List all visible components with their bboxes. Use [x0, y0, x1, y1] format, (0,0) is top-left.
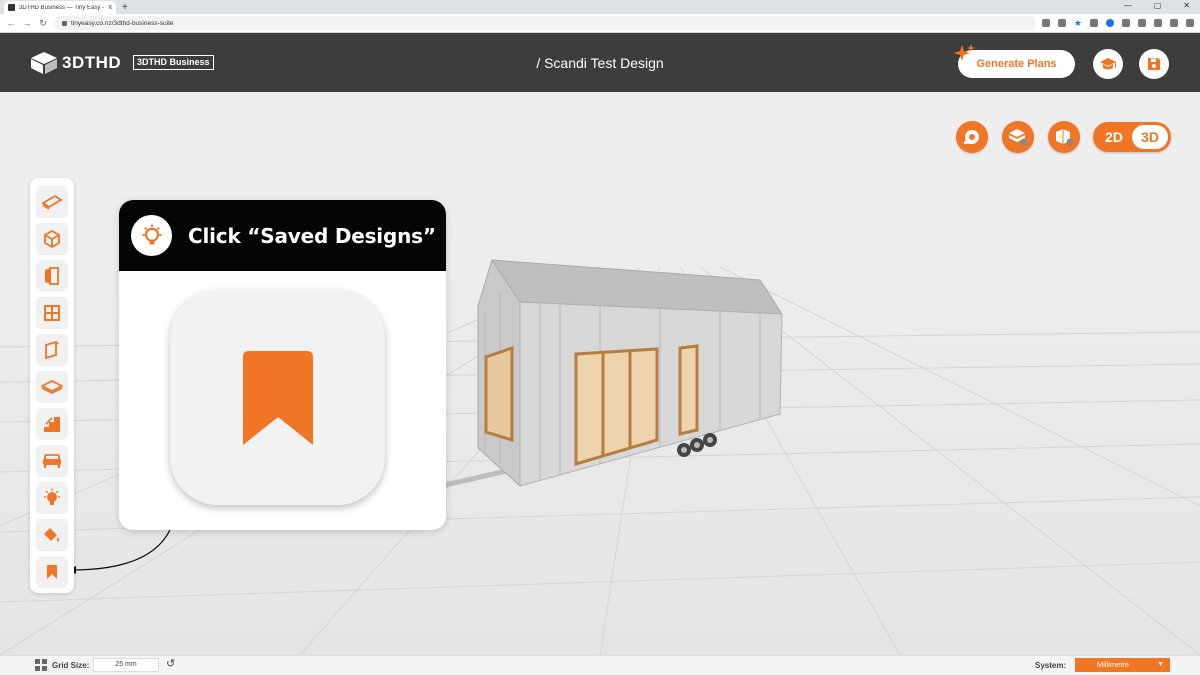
- stairs-tool[interactable]: [36, 408, 68, 440]
- saved-designs-tool[interactable]: [36, 556, 68, 588]
- app-header: 3DTHD 3DTHD Business / Scandi Test Desig…: [0, 33, 1200, 92]
- bulb-icon: [141, 224, 162, 244]
- graduation-cap-icon: [1100, 58, 1116, 70]
- grid-icon: [35, 659, 47, 671]
- layers-eye-icon: [1009, 129, 1028, 146]
- browser-tab[interactable]: 3DTHD Business — Tiny Easy - T x: [4, 1, 116, 14]
- floppy-disk-icon: [1148, 58, 1160, 70]
- floor-tool[interactable]: [36, 371, 68, 403]
- extension-icons: ★: [1041, 19, 1194, 28]
- cube-icon: [44, 230, 60, 248]
- menu-kebab-icon[interactable]: [1186, 19, 1194, 27]
- camera-extension-icon[interactable]: [1090, 19, 1098, 27]
- walls-tool[interactable]: [36, 223, 68, 255]
- tooltip-card: Click “Saved Designs”: [119, 200, 446, 530]
- mode-3d-label[interactable]: 3D: [1132, 125, 1168, 149]
- tab-title: 3DTHD Business — Tiny Easy - T: [19, 4, 105, 11]
- lock-icon: [62, 20, 67, 26]
- windows-tool[interactable]: [36, 297, 68, 329]
- chevron-down-icon: ▼: [1157, 661, 1164, 668]
- close-window-button[interactable]: ✕: [1183, 0, 1190, 12]
- cladding-tool[interactable]: [36, 334, 68, 366]
- share-icon[interactable]: [1057, 19, 1066, 27]
- view-layers-button[interactable]: [1002, 121, 1034, 153]
- left-toolbar: [30, 178, 74, 593]
- tape-measure-icon: [964, 130, 979, 144]
- reload-icon[interactable]: ↻: [38, 18, 48, 29]
- floor-icon: [41, 379, 63, 395]
- eyedropper-extension-icon[interactable]: [1122, 19, 1130, 27]
- url-text: tinyeasy.co.nz/3dthd-business-suite: [71, 19, 174, 27]
- unit-system-select[interactable]: Millimetre ▼: [1075, 658, 1170, 672]
- favicon-icon: [8, 4, 15, 11]
- tooltip-saved-designs-preview: [170, 290, 385, 505]
- window-controls: — ▢ ✕: [1124, 0, 1190, 12]
- bookmark-icon: [242, 350, 313, 445]
- system-label: System:: [1035, 661, 1067, 670]
- sidepanel-icon[interactable]: [1154, 19, 1162, 27]
- bookmark-icon: [47, 565, 57, 579]
- browser-tabbar: 3DTHD Business — Tiny Easy - T x + — ▢ ✕: [0, 0, 1200, 14]
- paint-tool[interactable]: [36, 519, 68, 551]
- door-icon: [45, 267, 59, 285]
- mode-2d-label[interactable]: 2D: [1105, 129, 1123, 145]
- stairs-icon: [44, 417, 60, 432]
- bookmark-star-icon[interactable]: ★: [1074, 19, 1082, 28]
- unit-system-value: Millimetre: [1097, 660, 1130, 669]
- save-button[interactable]: [1139, 49, 1169, 79]
- tooltip-bulb-badge: [131, 215, 172, 256]
- roof-tool[interactable]: [36, 186, 68, 218]
- learn-button[interactable]: [1093, 49, 1123, 79]
- grid-size-label: Grid Size:: [52, 661, 90, 670]
- new-tab-button[interactable]: +: [122, 1, 128, 14]
- view-walls-button[interactable]: [1048, 121, 1080, 153]
- status-bar: Grid Size: 25 mm ↺ System: Millimetre ▼: [0, 655, 1200, 675]
- minimize-button[interactable]: —: [1124, 0, 1132, 12]
- browser-address-bar: ← → ↻ tinyeasy.co.nz/3dthd-business-suit…: [0, 14, 1200, 33]
- lighting-tool[interactable]: [36, 482, 68, 514]
- window-icon: [44, 305, 60, 321]
- tooltip-header: Click “Saved Designs”: [119, 200, 446, 271]
- paint-bucket-icon: [44, 528, 59, 542]
- forward-arrow-icon[interactable]: →: [22, 18, 32, 28]
- maximize-button[interactable]: ▢: [1154, 0, 1162, 12]
- tab-close-icon[interactable]: x: [109, 4, 113, 11]
- generate-plans-label: Generate Plans: [976, 58, 1057, 70]
- generate-plans-button[interactable]: Generate Plans: [954, 44, 1075, 78]
- sparkle-icon: [954, 44, 975, 61]
- doors-tool[interactable]: [36, 260, 68, 292]
- extension-blue-icon[interactable]: [1106, 19, 1114, 27]
- sofa-icon: [43, 454, 61, 468]
- tooltip-text: Click “Saved Designs”: [188, 224, 436, 248]
- 2d-3d-toggle[interactable]: 2D 3D: [1093, 122, 1171, 152]
- measure-tool-button[interactable]: [956, 121, 988, 153]
- puzzle-extension-icon[interactable]: [1138, 19, 1146, 27]
- bulb-icon: [44, 488, 60, 505]
- walls-eye-icon: [1056, 129, 1074, 146]
- url-field[interactable]: tinyeasy.co.nz/3dthd-business-suite: [54, 16, 1036, 30]
- profile-icon[interactable]: [1170, 19, 1178, 27]
- furniture-tool[interactable]: [36, 445, 68, 477]
- roof-icon: [41, 194, 63, 210]
- grid-size-input[interactable]: 25 mm: [93, 658, 159, 672]
- back-arrow-icon[interactable]: ←: [6, 18, 16, 28]
- panel-icon: [45, 341, 59, 359]
- zoom-icon[interactable]: [1041, 19, 1050, 27]
- reset-grid-icon[interactable]: ↺: [166, 657, 175, 670]
